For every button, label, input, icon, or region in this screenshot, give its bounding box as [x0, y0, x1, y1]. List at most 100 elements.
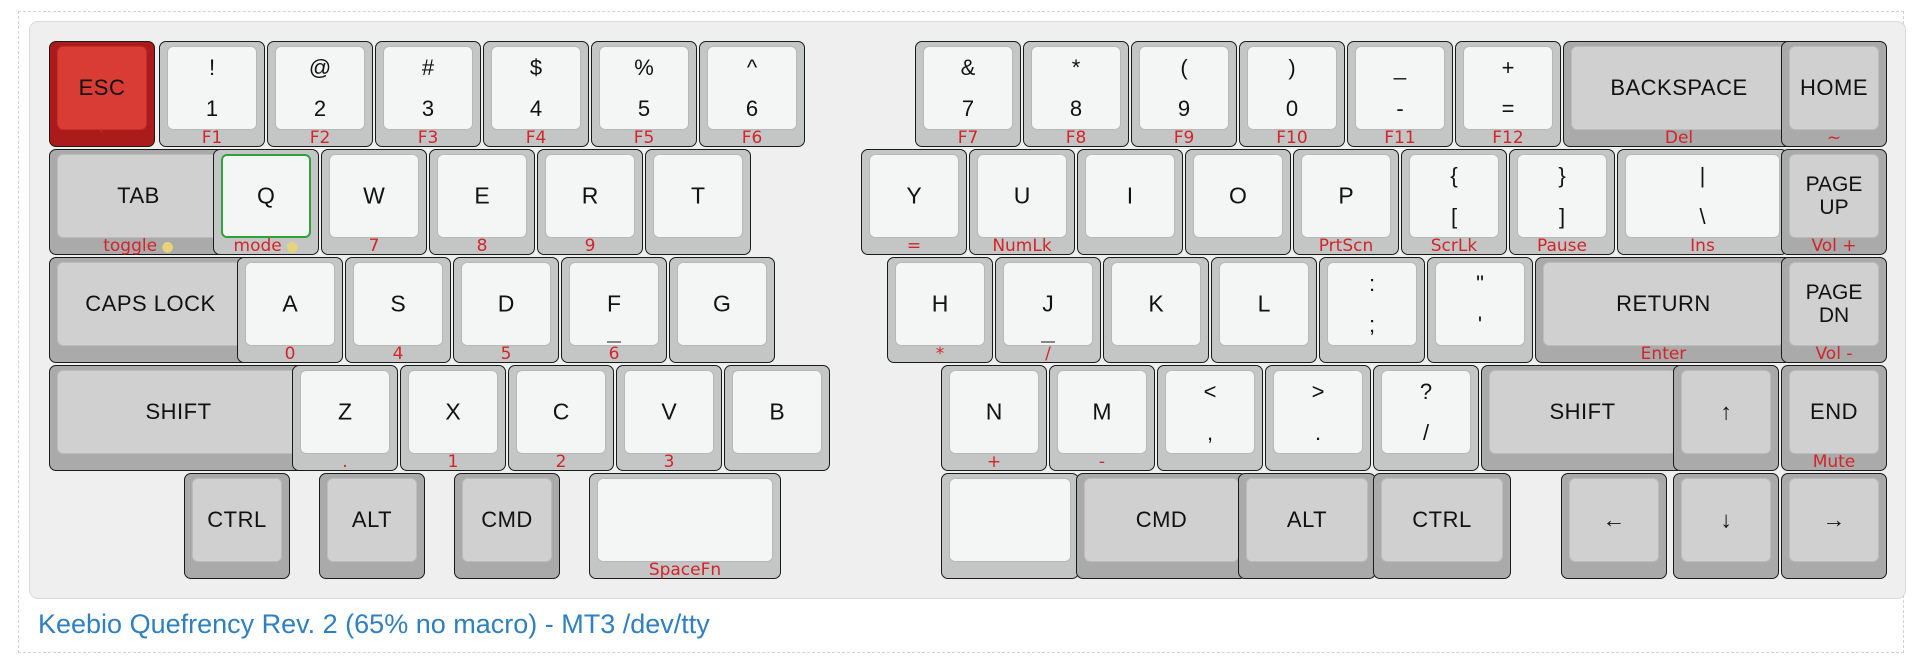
key-h[interactable]: H * [887, 257, 993, 364]
key-tab[interactable]: TAB toggle ● [49, 149, 228, 256]
keycap-top: (9 [1139, 46, 1229, 130]
key-legend: B [769, 398, 785, 425]
key-p[interactable]: P PrtScn [1293, 149, 1399, 256]
primary-legend: . [1314, 420, 1322, 445]
key-l[interactable]: L [1211, 257, 1317, 363]
primary-legend: [ [1450, 204, 1458, 229]
layer-legend: F7 [916, 128, 1020, 148]
layer-legend-text: 1 [447, 452, 459, 472]
layer-legend: ~ [1782, 128, 1886, 148]
key-y[interactable]: Y = [861, 149, 967, 256]
key-rcmd[interactable]: CMD [1076, 473, 1247, 579]
key-8[interactable]: * 8 F8 [1023, 41, 1129, 148]
key-home[interactable]: HOME ~ [1781, 41, 1887, 148]
key-v[interactable]: V3 [616, 365, 722, 472]
key-6[interactable]: ^ 6 F6 [699, 41, 805, 148]
key-esc[interactable]: ESC ` [49, 41, 155, 148]
key-down[interactable]: ↓ [1673, 473, 1779, 579]
key-n[interactable]: N + [941, 365, 1047, 472]
key-c[interactable]: C2 [508, 365, 614, 472]
key-2[interactable]: @2 F2 [267, 41, 373, 148]
key-end[interactable]: END Mute [1781, 365, 1887, 472]
key-semicolon[interactable]: :; [1319, 257, 1425, 363]
shift-legend: ! [208, 55, 216, 80]
key-q[interactable]: Qmode ● [213, 149, 319, 256]
key-rctrl[interactable]: CTRL [1373, 473, 1511, 579]
key-pageup[interactable]: PAGE UP Vol + [1781, 149, 1887, 256]
key-3[interactable]: #3 F3 [375, 41, 481, 148]
key-5[interactable]: % 5 F5 [591, 41, 697, 148]
key-i[interactable]: I [1077, 149, 1183, 255]
layer-legend-text: ` [97, 128, 107, 148]
key-rshift[interactable]: SHIFT [1481, 365, 1684, 471]
key-o[interactable]: O [1185, 149, 1291, 255]
key-rspace[interactable] [941, 473, 1079, 579]
key-s[interactable]: S4 [345, 257, 451, 364]
key-pagedn[interactable]: PAGE DN Vol - [1781, 257, 1887, 364]
key-b[interactable]: B [724, 365, 830, 471]
key-lshift[interactable]: SHIFT [49, 365, 308, 471]
keycap-top: ↓ [1681, 478, 1771, 562]
key-minus[interactable]: _ - F11 [1347, 41, 1453, 148]
key-equals[interactable]: + = F12 [1455, 41, 1561, 148]
key-rbracket[interactable]: }] Pause [1509, 149, 1615, 256]
key-legend: ESC [78, 75, 126, 100]
key-e[interactable]: E8 [429, 149, 535, 256]
key-ralt[interactable]: ALT [1238, 473, 1376, 579]
key-z[interactable]: Z. [292, 365, 398, 472]
key-return[interactable]: RETURN Enter [1535, 257, 1792, 364]
key-w[interactable]: W7 [321, 149, 427, 256]
keycap-top: BACKSPACE [1571, 46, 1787, 130]
key-left[interactable]: ← [1561, 473, 1667, 579]
primary-legend: = [1501, 96, 1515, 121]
layer-legend-text: F5 [633, 128, 655, 148]
shift-legend: " [1476, 271, 1484, 296]
key-7[interactable]: & 7 F7 [915, 41, 1021, 148]
key-legend: R [581, 182, 599, 209]
key-x[interactable]: X1 [400, 365, 506, 472]
layer-legend: 2 [509, 452, 613, 472]
key-legend: PAGE DN [1805, 281, 1863, 327]
key-0[interactable]: ) 0 F10 [1239, 41, 1345, 148]
key-lalt[interactable]: ALT [319, 473, 425, 579]
key-f[interactable]: F6 [561, 257, 667, 364]
key-quote[interactable]: " ' [1427, 257, 1533, 363]
key-period[interactable]: >. [1265, 365, 1371, 471]
layout-caption[interactable]: Keebio Quefrency Rev. 2 (65% no macro) -… [38, 609, 710, 640]
keycap-top: ALT [1246, 478, 1368, 562]
key-right[interactable]: → [1781, 473, 1887, 579]
layer-legend-text: Mute [1812, 452, 1856, 472]
key-legend: D [497, 290, 515, 317]
layer-legend-text: F10 [1276, 128, 1308, 148]
layer-legend-text: Enter [1640, 344, 1687, 364]
key-slash[interactable]: ? / [1373, 365, 1479, 471]
key-g[interactable]: G [669, 257, 775, 363]
key-backspace[interactable]: BACKSPACE Del [1563, 41, 1795, 148]
key-lcmd[interactable]: CMD [454, 473, 560, 579]
key-up[interactable]: ↑ [1673, 365, 1779, 471]
key-k[interactable]: K [1103, 257, 1209, 363]
shift-legend: % [634, 55, 654, 80]
key-legend: CAPS LOCK [85, 291, 216, 316]
key-lbracket[interactable]: {[ScrLk [1401, 149, 1507, 256]
key-legend: A [282, 290, 298, 317]
layer-legend: 5 [454, 344, 558, 364]
key-lctrl[interactable]: CTRL [184, 473, 290, 579]
key-a[interactable]: A0 [237, 257, 343, 364]
key-9[interactable]: (9 F9 [1131, 41, 1237, 148]
key-m[interactable]: M- [1049, 365, 1155, 472]
key-u[interactable]: U NumLk [969, 149, 1075, 256]
key-r[interactable]: R9 [537, 149, 643, 256]
key-t[interactable]: T [645, 149, 751, 255]
key-d[interactable]: D5 [453, 257, 559, 364]
key-comma[interactable]: <, [1157, 365, 1263, 471]
key-1[interactable]: ! 1 F1 [159, 41, 265, 148]
key-lspace[interactable]: SpaceFn [589, 473, 781, 580]
key-4[interactable]: $4 F4 [483, 41, 589, 148]
key-backslash[interactable]: | \ Ins [1617, 149, 1788, 256]
layer-legend: ScrLk [1402, 236, 1506, 256]
key-legend: CTRL [207, 507, 267, 532]
key-capslock[interactable]: CAPS LOCK [49, 257, 252, 363]
key-j[interactable]: J / [995, 257, 1101, 364]
layer-legend: Vol + [1782, 236, 1886, 256]
